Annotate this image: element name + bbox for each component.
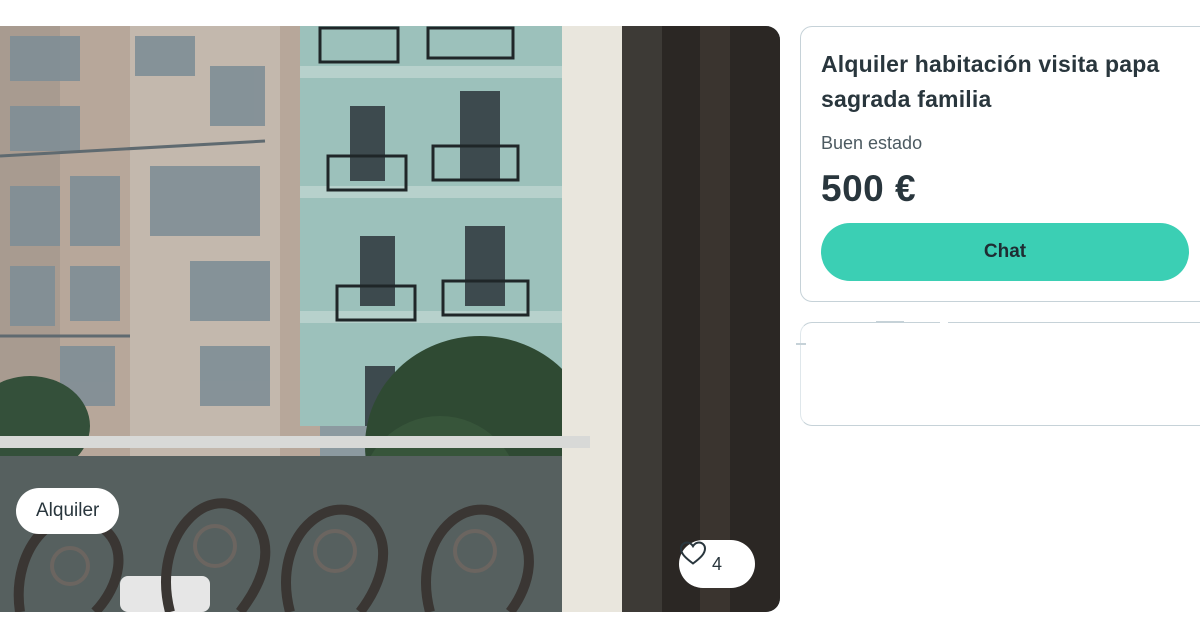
chat-button[interactable]: Chat <box>821 223 1189 281</box>
heart-icon <box>679 541 707 565</box>
photo-image <box>0 26 780 612</box>
divider <box>876 321 904 323</box>
listing-type-badge: Alquiler <box>16 488 120 534</box>
divider <box>940 322 948 324</box>
listing-price: 500 € <box>821 168 917 209</box>
favorites-count: 4 <box>711 553 722 574</box>
divider <box>796 343 806 345</box>
listing-info-card: Alquiler habitación visita papa sagrada … <box>800 26 1200 302</box>
listing-condition: Buen estado <box>821 133 923 153</box>
loading-placeholder <box>800 322 1200 426</box>
favorite-button[interactable]: 4 <box>679 540 755 588</box>
listing-type-label: Alquiler <box>36 500 100 521</box>
listing-photo[interactable]: Alquiler 4 <box>0 26 780 612</box>
listing-title: Alquiler habitación visita papa sagrada … <box>821 51 1160 112</box>
